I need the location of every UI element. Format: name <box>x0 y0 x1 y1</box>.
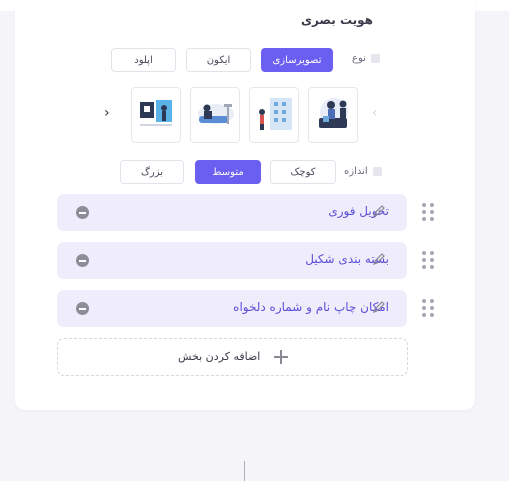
type-option-upload[interactable]: اپلود <box>111 48 176 72</box>
building-illustration-icon <box>259 98 292 130</box>
type-label-row: نوع <box>352 53 380 64</box>
size-option-small[interactable]: کوچک <box>270 160 336 184</box>
gallery-prev-arrow-icon[interactable]: ‹ <box>372 105 378 121</box>
type-checkbox-icon[interactable] <box>370 54 380 63</box>
type-label: نوع <box>352 53 366 64</box>
add-section-button[interactable]: اضافه کردن بخش <box>57 338 408 376</box>
team-illustration-icon <box>319 98 348 128</box>
section-title: هویت بصری <box>300 13 373 27</box>
pencil-icon[interactable] <box>372 204 386 218</box>
feature-text: امکان چاپ نام و شماره دلخواه <box>233 300 389 314</box>
add-section-label: اضافه کردن بخش <box>178 350 261 363</box>
remove-icon[interactable] <box>76 302 89 315</box>
size-label-row: اندازه <box>344 166 382 177</box>
reading-illustration-icon <box>198 104 234 124</box>
drag-handle-icon[interactable] <box>422 203 436 223</box>
feature-item[interactable]: بسته بندی شکیل <box>57 242 407 279</box>
pencil-icon[interactable] <box>372 300 386 314</box>
size-label: اندازه <box>344 166 368 177</box>
type-option-icon[interactable]: ایکون <box>186 48 251 72</box>
drag-handle-icon[interactable] <box>422 251 436 271</box>
gallery-item-building[interactable] <box>249 87 299 143</box>
gallery-next-arrow-icon[interactable]: › <box>104 105 110 121</box>
remove-icon[interactable] <box>76 254 89 267</box>
type-option-illustration[interactable]: تصویرسازی <box>261 48 333 72</box>
gallery-item-reading[interactable] <box>190 87 240 143</box>
gallery-item-team[interactable] <box>308 87 358 143</box>
size-option-medium[interactable]: متوسط <box>195 160 261 184</box>
feature-item[interactable]: تحویل فوری <box>57 194 407 231</box>
divider <box>244 461 245 481</box>
gallery-item-notebook[interactable] <box>131 87 181 143</box>
remove-icon[interactable] <box>76 206 89 219</box>
pencil-icon[interactable] <box>372 252 386 266</box>
drag-handle-icon[interactable] <box>422 299 436 319</box>
size-checkbox-icon[interactable] <box>372 167 382 176</box>
feature-item[interactable]: امکان چاپ نام و شماره دلخواه <box>57 290 407 327</box>
plus-icon <box>274 350 288 364</box>
size-option-large[interactable]: بزرگ <box>120 160 184 184</box>
notebook-illustration-icon <box>140 100 172 126</box>
